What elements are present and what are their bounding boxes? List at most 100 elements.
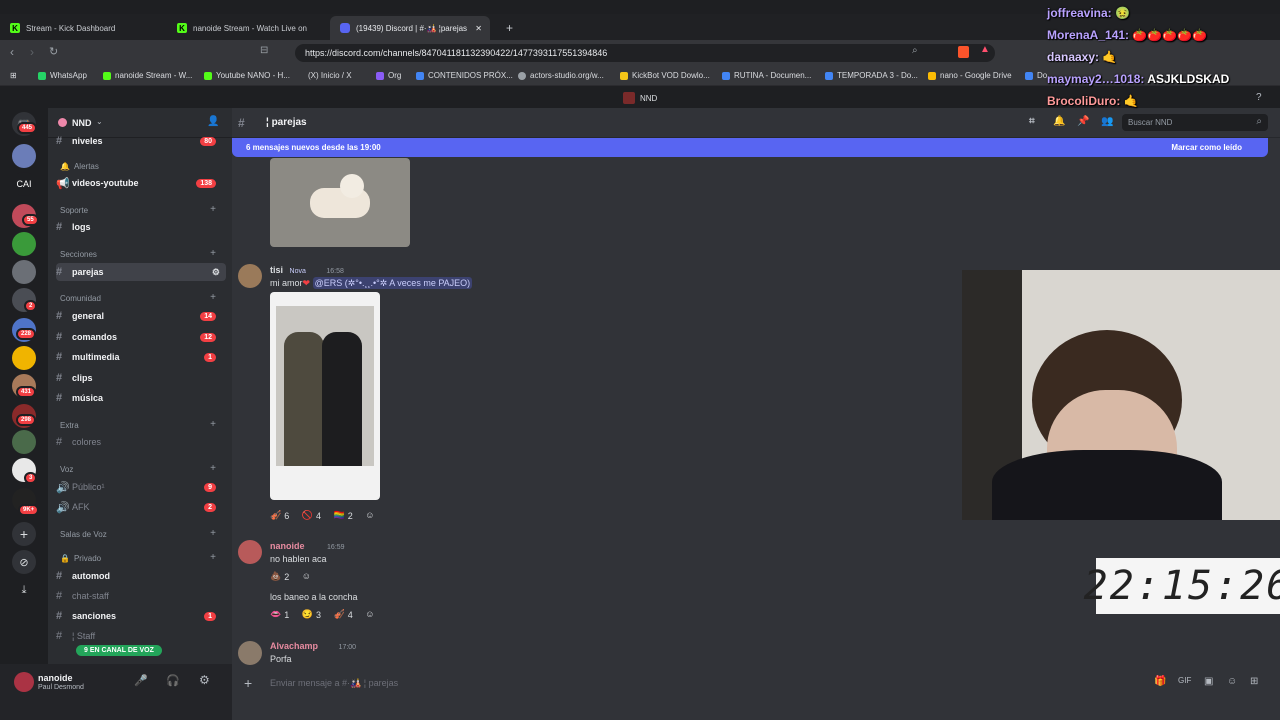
add-channel-icon[interactable]: + bbox=[210, 463, 216, 474]
bell-icon[interactable]: 🔔 bbox=[1053, 116, 1065, 127]
bookmark-org[interactable]: Org bbox=[376, 71, 401, 80]
gear-icon[interactable]: ⚙ bbox=[212, 267, 220, 278]
add-server-icon[interactable]: + bbox=[12, 522, 36, 546]
tab-kick-stream[interactable]: Knanoide Stream - Watch Live on bbox=[167, 16, 327, 40]
members-icon[interactable]: 👥 bbox=[1101, 116, 1113, 127]
back-icon[interactable]: ‹ bbox=[10, 45, 14, 59]
bookmark-temporada[interactable]: TEMPORADA 3 - Do... bbox=[825, 71, 918, 80]
zoom-icon[interactable]: ⌕ bbox=[912, 45, 918, 56]
new-messages-bar[interactable]: 6 mensajes nuevos desde las 19:00 Marcar… bbox=[232, 138, 1268, 157]
bookmark-kickbot[interactable]: KickBot VOD Dowlo... bbox=[620, 71, 710, 80]
voice-channel-pill[interactable]: 9 EN CANAL DE VOZ bbox=[76, 645, 162, 656]
category-secciones[interactable]: Secciones bbox=[60, 250, 97, 259]
apps-icon[interactable]: ⊞ bbox=[1250, 676, 1258, 687]
couple-photo[interactable] bbox=[270, 292, 380, 500]
brave-rewards-icon[interactable]: ▲ bbox=[980, 44, 990, 55]
reaction[interactable]: 🎻 6 bbox=[270, 510, 289, 521]
bookmark-whatsapp[interactable]: WhatsApp bbox=[38, 71, 87, 80]
gear-icon[interactable]: ⚙ bbox=[199, 673, 210, 687]
server-icon[interactable] bbox=[12, 144, 36, 168]
url-input[interactable]: https://discord.com/channels/84704118113… bbox=[295, 44, 995, 62]
download-icon[interactable]: ⤓ bbox=[12, 578, 36, 602]
avatar[interactable] bbox=[238, 264, 262, 288]
voice-channel-publico[interactable]: 🔊 Público¹ 9 bbox=[56, 478, 226, 496]
add-reaction-icon[interactable]: ☺ bbox=[365, 609, 374, 619]
gift-icon[interactable]: 🎁 bbox=[1154, 676, 1166, 687]
user-mention[interactable]: @ERS (✲°•.¸¸.•°✲ A veces me PAJEO) bbox=[312, 277, 473, 289]
dog-image[interactable] bbox=[270, 158, 410, 247]
category-alertas[interactable]: 🔔 Alertas bbox=[60, 162, 99, 171]
category-soporte[interactable]: Soporte bbox=[60, 206, 88, 215]
reaction[interactable]: 😏 3 bbox=[302, 609, 321, 620]
channel-musica[interactable]: # música bbox=[56, 389, 226, 407]
add-channel-icon[interactable]: + bbox=[210, 552, 216, 563]
avatar[interactable] bbox=[238, 540, 262, 564]
add-reaction-icon[interactable]: ☺ bbox=[365, 510, 374, 520]
sticker-icon[interactable]: ▣ bbox=[1204, 676, 1213, 687]
pin-icon[interactable]: 📌 bbox=[1077, 116, 1089, 127]
channel-niveles[interactable]: # niveles 80 bbox=[56, 132, 226, 150]
tab-kick-dashboard[interactable]: K Stream - Kick Dashboard bbox=[0, 16, 165, 40]
channel-logs[interactable]: # logs bbox=[56, 218, 226, 236]
add-channel-icon[interactable]: + bbox=[210, 248, 216, 259]
bookmark-actors[interactable]: actors-studio.org/w... bbox=[518, 71, 604, 80]
server-icon[interactable] bbox=[12, 346, 36, 370]
channel-multimedia[interactable]: # multimedia 1 bbox=[56, 348, 226, 366]
attach-plus-icon[interactable]: + bbox=[244, 675, 252, 691]
add-channel-icon[interactable]: + bbox=[210, 528, 216, 539]
channel-clips[interactable]: # clips bbox=[56, 369, 226, 387]
server-icon[interactable] bbox=[12, 430, 36, 454]
forward-icon[interactable]: › bbox=[30, 45, 34, 59]
bookmark-x[interactable]: (X) Inicio / X bbox=[308, 71, 352, 80]
reaction[interactable]: 👄 1 bbox=[270, 609, 289, 620]
bookmark-rutina[interactable]: RUTINA - Documen... bbox=[722, 71, 811, 80]
category-comunidad[interactable]: Comunidad bbox=[60, 294, 101, 303]
new-tab-button[interactable]: + bbox=[496, 16, 516, 40]
channel-comandos[interactable]: # comandos 12 bbox=[56, 328, 226, 346]
channel-general[interactable]: # general 14 bbox=[56, 307, 226, 325]
channel-chat-staff[interactable]: # chat-staff bbox=[56, 587, 226, 605]
message-author[interactable]: nanoide bbox=[270, 541, 305, 551]
mic-muted-icon[interactable]: 🎤 bbox=[134, 674, 148, 687]
mark-read-button[interactable]: Marcar como leído bbox=[1171, 143, 1242, 152]
category-voz[interactable]: Voz bbox=[60, 465, 73, 474]
apps-icon[interactable]: ⊞ bbox=[10, 71, 17, 80]
bookmark-contenidos[interactable]: CONTENIDOS PRÓX... bbox=[416, 71, 513, 80]
reaction[interactable]: 🎻 4 bbox=[334, 609, 353, 620]
bookmark-youtube[interactable]: Youtube NANO - H... bbox=[204, 71, 290, 80]
reaction[interactable]: 🏳️‍🌈 2 bbox=[334, 510, 353, 521]
channel-automod[interactable]: # automod bbox=[56, 567, 226, 585]
channel-staff[interactable]: # ¦ Staff bbox=[56, 627, 226, 645]
avatar[interactable] bbox=[238, 641, 262, 665]
category-extra[interactable]: Extra bbox=[60, 421, 79, 430]
reaction[interactable]: 🚫 4 bbox=[302, 510, 321, 521]
add-channel-icon[interactable]: + bbox=[210, 204, 216, 215]
voice-channel-afk[interactable]: 🔊 AFK 2 bbox=[56, 498, 226, 516]
emoji-icon[interactable]: ☺ bbox=[1227, 676, 1237, 687]
message-input[interactable]: Enviar mensaje a #·🎎 ¦ parejas bbox=[270, 678, 398, 689]
avatar[interactable] bbox=[14, 672, 34, 692]
bookmark-drive[interactable]: nano - Google Drive bbox=[928, 71, 1012, 80]
server-cai[interactable]: CAI bbox=[12, 172, 36, 196]
channel-sanciones[interactable]: # sanciones 1 bbox=[56, 607, 226, 625]
threads-icon[interactable]: ⌗ bbox=[1029, 116, 1035, 127]
headphones-icon[interactable]: 🎧 bbox=[166, 674, 180, 687]
reload-icon[interactable]: ↻ bbox=[49, 45, 58, 58]
server-icon[interactable] bbox=[12, 260, 36, 284]
bookmark-nanoide[interactable]: nanoide Stream - W... bbox=[103, 71, 192, 80]
category-salas-de-voz[interactable]: Salas de Voz bbox=[60, 530, 107, 539]
reaction[interactable]: 💩 2 bbox=[270, 571, 289, 582]
discover-icon[interactable]: ⊘ bbox=[12, 550, 36, 574]
invite-icon[interactable]: 👤 bbox=[207, 116, 219, 127]
close-tab-icon[interactable]: ✕ bbox=[475, 24, 482, 33]
brave-shield-icon[interactable] bbox=[958, 46, 969, 58]
tab-discord[interactable]: (19439) Discord | #·🎎 ¦parejas ✕ bbox=[330, 16, 490, 40]
add-channel-icon[interactable]: + bbox=[210, 419, 216, 430]
channel-parejas[interactable]: # parejas ⚙ bbox=[56, 263, 226, 281]
bookmark-icon[interactable]: ⊟ bbox=[260, 45, 268, 56]
channel-videos-youtube[interactable]: 📢 videos-youtube 138 bbox=[56, 174, 226, 192]
message-author[interactable]: tisi bbox=[270, 265, 283, 275]
server-icon[interactable] bbox=[12, 232, 36, 256]
category-privado[interactable]: 🔒 Privado bbox=[60, 554, 101, 563]
add-channel-icon[interactable]: + bbox=[210, 292, 216, 303]
